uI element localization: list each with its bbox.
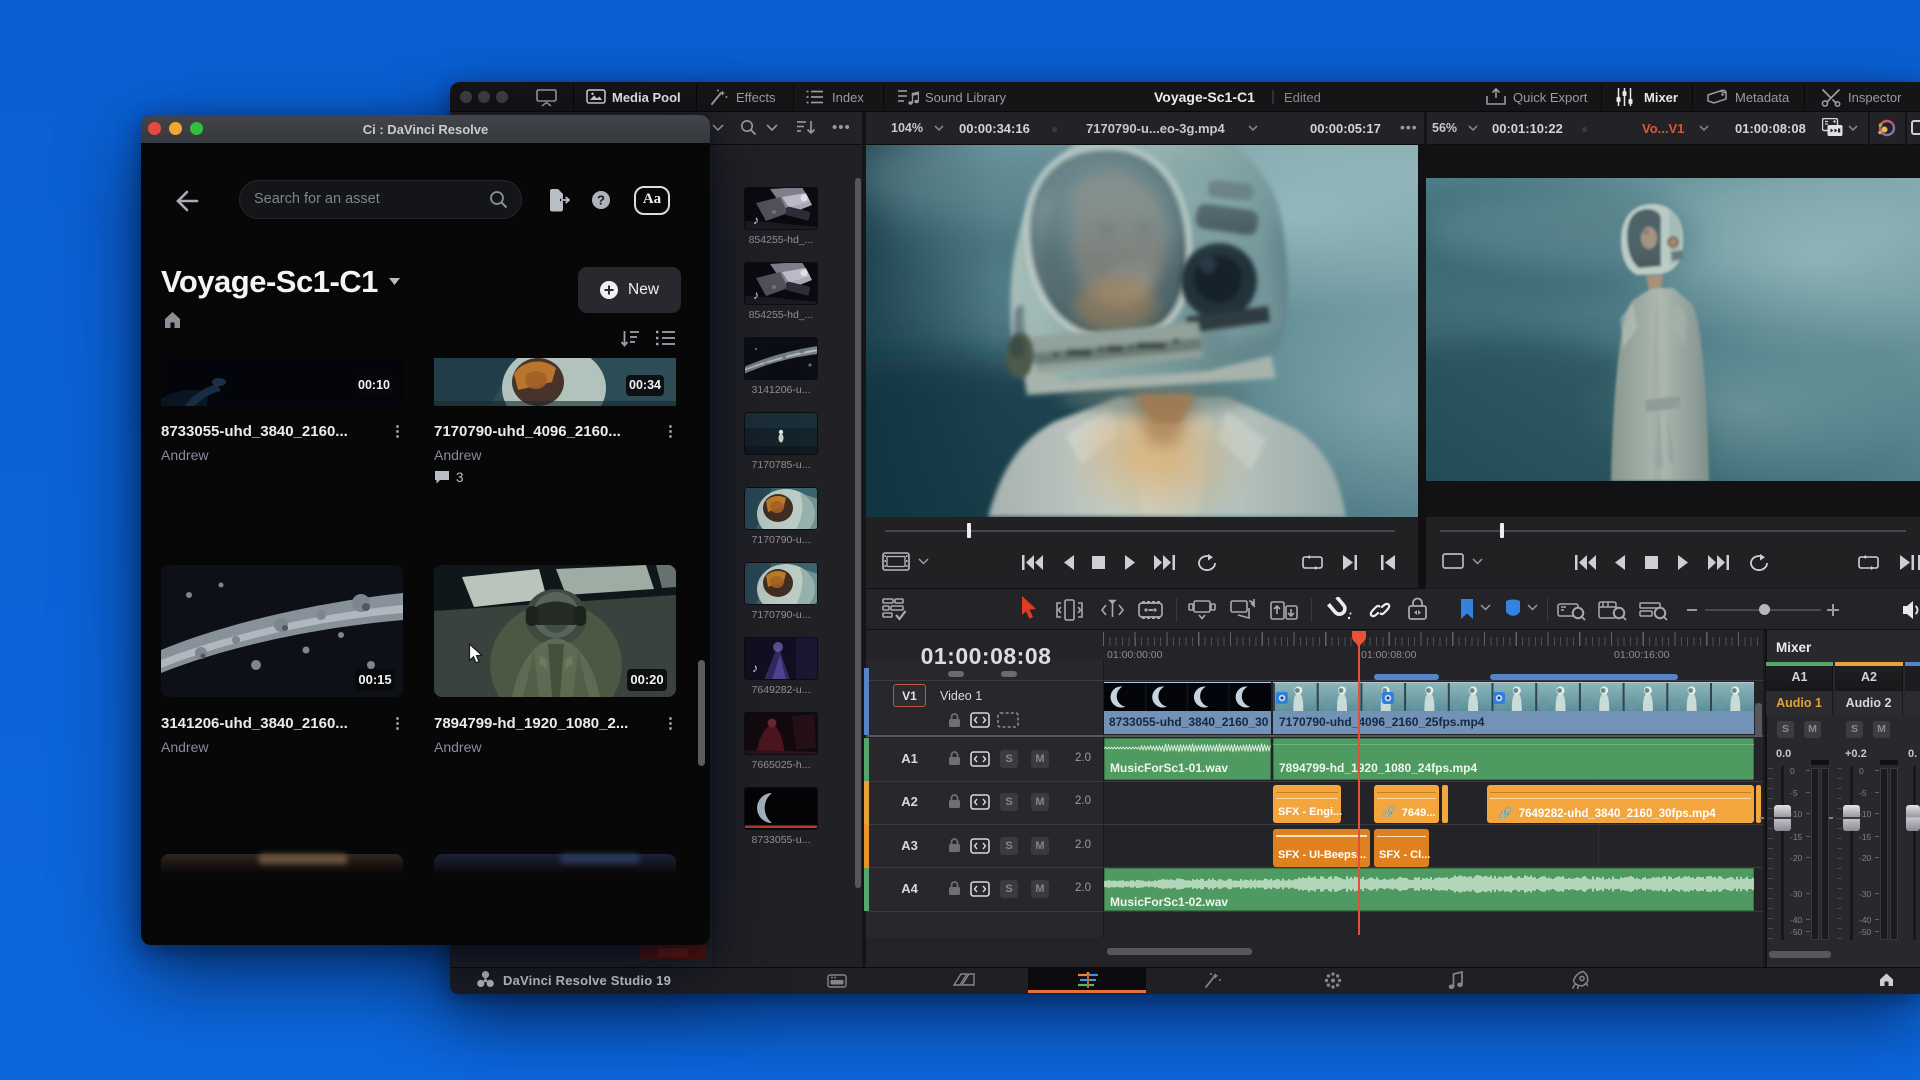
svg-text:♪: ♪	[753, 213, 759, 227]
svg-text:♪: ♪	[752, 661, 758, 675]
svg-text:?: ?	[597, 193, 605, 208]
svg-text:♪: ♪	[753, 288, 759, 302]
